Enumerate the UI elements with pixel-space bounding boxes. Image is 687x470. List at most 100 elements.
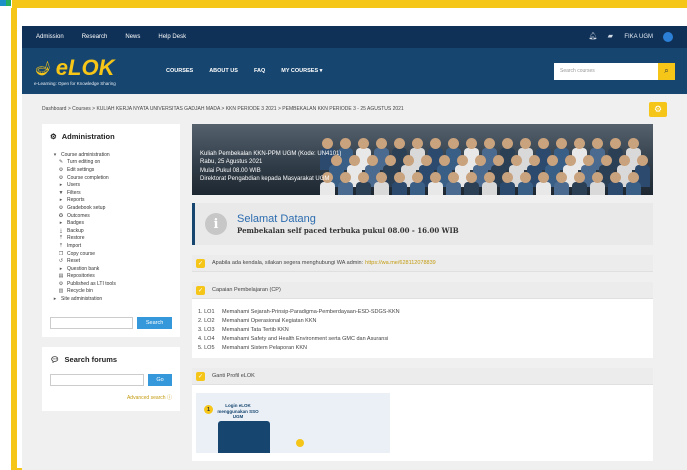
admin-search-input[interactable] <box>50 316 134 329</box>
admin-item[interactable]: ⚙ Edit settings <box>50 166 172 174</box>
nav-my-courses[interactable]: MY COURSES ▾ <box>281 68 322 74</box>
admin-item[interactable]: ⤒ Import <box>50 242 172 250</box>
admin-search-button[interactable]: Search <box>137 316 172 329</box>
nav-admission[interactable]: Admission <box>36 34 64 40</box>
admin-item[interactable]: ▾ Course administration <box>50 151 172 159</box>
admin-settings-icon: ⚙ <box>50 132 57 141</box>
welcome-subtitle: Pembekalan self paced terbuka pukul 08.0… <box>237 226 459 235</box>
photo-person <box>628 172 639 183</box>
check-icon: ✓ <box>196 258 205 268</box>
learning-outcomes-list: 1. LO1 Memahami Sejarah-Prinsip-Paradigma… <box>192 299 653 358</box>
admin-item[interactable]: ▸ Reports <box>50 197 172 205</box>
admin-item[interactable]: ✪ Outcomes <box>50 212 172 220</box>
list-item: 4. LO4 Memahami Safety and Health Environ… <box>198 334 647 343</box>
nav-faq[interactable]: FAQ <box>254 68 265 74</box>
breadcrumb[interactable]: Dashboard > Courses > KULIAH KERJA NYATA… <box>42 106 404 112</box>
photo-person <box>457 155 468 166</box>
course-main: Kuliah Pembekalan KKN-PPM UGM (Kode: UN4… <box>192 124 653 461</box>
photo-person <box>376 138 387 149</box>
step-number: 1 <box>204 405 213 414</box>
admin-item[interactable]: ❐ Copy course <box>50 250 172 258</box>
administration-block: ⚙ Administration ▾ Course administration ✎… <box>42 124 180 337</box>
help-icon: ⓘ <box>166 394 172 401</box>
admin-item-label: Restore <box>67 235 85 242</box>
admin-item-icon: ▸ <box>59 265 63 272</box>
photo-person <box>484 172 495 183</box>
messages-icon[interactable]: ▰ <box>606 33 614 41</box>
photo-person-body <box>464 182 479 195</box>
admin-item[interactable]: ▤ Repositories <box>50 273 172 281</box>
photo-person <box>592 172 603 183</box>
outcome-text: Memahami Sistem Pelaporan KKN <box>222 344 307 351</box>
photo-person-body <box>446 182 461 195</box>
course-search-input[interactable]: Search courses <box>554 62 658 80</box>
admin-item[interactable]: ✎ Turn editing on <box>50 159 172 167</box>
photo-person <box>610 138 621 149</box>
photo-person <box>556 172 567 183</box>
capaian-header[interactable]: ✓ Capaian Pembelajaran (CP) <box>192 282 653 299</box>
photo-person <box>574 138 585 149</box>
whatsapp-admin-link[interactable]: https://wa.me/628112078839 <box>365 260 436 266</box>
admin-item-icon: ⤒ <box>59 235 63 242</box>
admin-item[interactable]: ▸ Site administration <box>50 295 172 303</box>
forum-search-input[interactable] <box>50 373 144 386</box>
admin-item[interactable]: ▥ Recycle bin <box>50 288 172 296</box>
advanced-search-link[interactable]: Advanced search ⓘ <box>50 394 172 401</box>
photo-person <box>358 172 369 183</box>
admin-item[interactable]: ▸ Question bank <box>50 265 172 273</box>
admin-item-label: Edit settings <box>67 166 95 173</box>
capaian-section: ✓ Capaian Pembelajaran (CP) 1. LO1 Memaha… <box>192 282 653 358</box>
admin-item-icon: ▸ <box>59 182 63 189</box>
course-settings-gear-icon[interactable]: ⚙ <box>649 101 667 117</box>
photo-person <box>448 172 459 183</box>
photo-person <box>583 155 594 166</box>
nav-research[interactable]: Research <box>82 34 108 40</box>
photo-person-body <box>320 182 335 195</box>
admin-item[interactable]: ↺ Reset <box>50 257 172 265</box>
nav-courses[interactable]: COURSES <box>166 68 193 74</box>
avatar[interactable] <box>663 32 673 42</box>
admin-item-icon: ⤒ <box>59 242 63 249</box>
profile-header[interactable]: ✓ Ganti Profil eLOK <box>192 368 653 385</box>
photo-person-body <box>590 182 605 195</box>
photo-person-body <box>374 182 389 195</box>
admin-item-icon: ✎ <box>58 159 64 166</box>
admin-item[interactable]: ⚙ Published as LTI tools <box>50 280 172 288</box>
admin-item-icon: ↺ <box>58 258 64 265</box>
admin-item[interactable]: ⤒ Restore <box>50 235 172 243</box>
admin-item[interactable]: ▸ Users <box>50 181 172 189</box>
profile-section: ✓ Ganti Profil eLOK 1 Login eLOK menggun… <box>192 368 653 461</box>
admin-item-icon: ▼ <box>58 189 64 196</box>
user-area: 🔔︎ ▰ FIKA UGM <box>588 32 673 42</box>
admin-item[interactable]: ▸ Badges <box>50 219 172 227</box>
nav-about-us[interactable]: ABOUT US <box>209 68 238 74</box>
welcome-notice: i Selamat Datang Pembekalan self paced t… <box>192 203 653 245</box>
admin-item-icon: ⚙ <box>58 174 64 181</box>
admin-item[interactable]: ▼ Filters <box>50 189 172 197</box>
site-logo[interactable]: 🪔︎ eLOK e-Learning: Open for Knowledge S… <box>34 56 152 86</box>
photo-person <box>637 155 648 166</box>
administration-title: ⚙ Administration <box>50 132 115 141</box>
forum-go-button[interactable]: Go <box>148 373 172 386</box>
photo-person <box>367 155 378 166</box>
outcome-code: 2. LO2 <box>198 317 215 324</box>
photo-person <box>475 155 486 166</box>
outcome-code: 5. LO5 <box>198 344 215 351</box>
photo-person <box>520 138 531 149</box>
outcome-text: Memahami Sejarah-Prinsip-Paradigma-Pembe… <box>222 308 400 315</box>
breadcrumb-row: Dashboard > Courses > KULIAH KERJA NYATA… <box>22 94 687 124</box>
photo-person <box>322 138 333 149</box>
user-menu[interactable]: FIKA UGM <box>624 34 653 40</box>
search-icon[interactable]: ⌕ <box>658 62 675 80</box>
photo-person <box>394 138 405 149</box>
photo-person <box>592 138 603 149</box>
photo-person-body <box>482 182 497 195</box>
notifications-bell-icon[interactable]: 🔔︎ <box>588 33 597 41</box>
nav-news[interactable]: News <box>125 34 140 40</box>
admin-item[interactable]: ⚙ Gradebook setup <box>50 204 172 212</box>
list-item: 3. LO3 Memahami Tata Tertib KKN <box>198 325 647 334</box>
admin-item[interactable]: ⤓ Backup <box>50 227 172 235</box>
nav-help-desk[interactable]: Help Desk <box>158 34 186 40</box>
forums-search: Go <box>50 373 172 386</box>
admin-item[interactable]: ⚙ Course completion <box>50 174 172 182</box>
